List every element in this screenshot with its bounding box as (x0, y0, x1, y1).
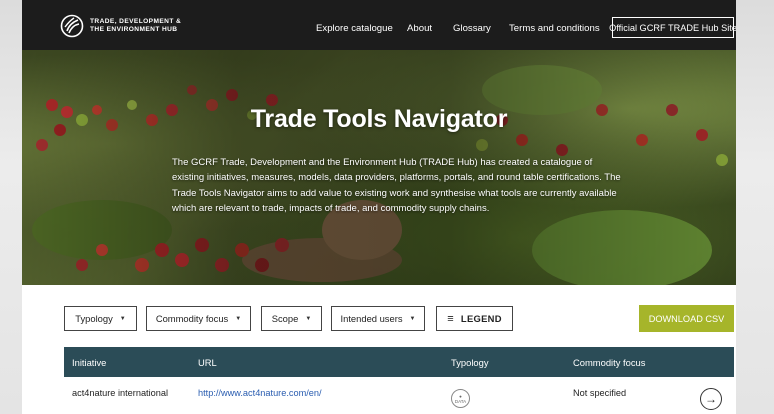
intended-users-filter-dropdown[interactable]: Intended users ▼ (331, 306, 425, 331)
legend-label: LEGEND (460, 313, 502, 324)
official-site-button[interactable]: Official GCRF TRADE Hub Site (609, 17, 736, 38)
page-title: Trade Tools Navigator (250, 105, 508, 133)
table-row[interactable]: act4nature international http://www.act4… (64, 377, 734, 414)
arrow-right-icon[interactable]: → (700, 388, 722, 410)
list-icon: ≡ (447, 312, 454, 325)
nav-explore-catalogue[interactable]: Explore catalogue (316, 23, 393, 34)
download-csv-button[interactable]: DOWNLOAD CSV (639, 305, 734, 332)
data-icon: ● DATA (451, 389, 470, 408)
filter-toolbar: Typology ▼ Commodity focus ▼ Scope ▼ Int… (22, 285, 736, 348)
chevron-down-icon: ▼ (119, 315, 126, 322)
chevron-down-icon: ▼ (235, 315, 242, 322)
top-navigation-bar: TRADE, DEVELOPMENT & THE ENVIRONMENT HUB… (22, 0, 736, 50)
intended-users-filter-label: Intended users (340, 313, 403, 324)
column-header-typology[interactable]: Typology (451, 357, 489, 368)
site-logo[interactable]: TRADE, DEVELOPMENT & THE ENVIRONMENT HUB (60, 14, 181, 38)
commodity-focus-filter-label: Commodity focus (155, 313, 229, 324)
scope-filter-dropdown[interactable]: Scope ▼ (261, 306, 322, 331)
commodity-focus-filter-dropdown[interactable]: Commodity focus ▼ (146, 306, 251, 331)
hero-description: The GCRF Trade, Development and the Envi… (172, 157, 621, 215)
logo-text: TRADE, DEVELOPMENT & THE ENVIRONMENT HUB (90, 18, 181, 34)
logo-line-2: THE ENVIRONMENT HUB (90, 26, 178, 33)
cell-commodity-focus: Not specified (573, 388, 627, 398)
cell-initiative: act4nature international (72, 388, 169, 398)
legend-button[interactable]: ≡ LEGEND (436, 306, 513, 331)
hub-logo-icon (60, 14, 84, 38)
site-frame: TRADE, DEVELOPMENT & THE ENVIRONMENT HUB… (22, 0, 736, 414)
nav-about[interactable]: About (407, 23, 432, 34)
column-header-commodity-focus[interactable]: Commodity focus (573, 357, 645, 368)
logo-line-1: TRADE, DEVELOPMENT & (90, 18, 182, 25)
typology-filter-label: Typology (75, 313, 113, 324)
page-background-right (736, 0, 774, 414)
nav-glossary[interactable]: Glossary (453, 23, 491, 34)
cell-url-link[interactable]: http://www.act4nature.com/en/ (198, 388, 322, 398)
hero-banner: Trade Tools Navigator The GCRF Trade, De… (22, 50, 736, 285)
column-header-initiative[interactable]: Initiative (72, 357, 106, 368)
chevron-down-icon: ▼ (305, 315, 312, 322)
column-header-url[interactable]: URL (198, 357, 217, 368)
typology-filter-dropdown[interactable]: Typology ▼ (64, 306, 137, 331)
nav-terms-and-conditions[interactable]: Terms and conditions (509, 23, 600, 34)
chevron-down-icon: ▼ (409, 315, 416, 322)
scope-filter-label: Scope (271, 313, 299, 324)
table-header: Initiative URL Typology Commodity focus (64, 347, 734, 377)
page-background-left (0, 0, 22, 414)
